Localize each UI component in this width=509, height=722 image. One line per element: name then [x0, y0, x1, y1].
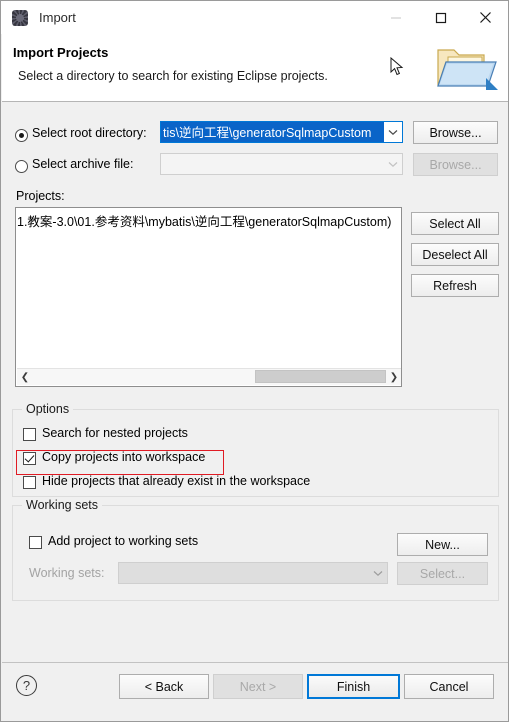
label-select-archive-file: Select archive file:: [32, 157, 134, 171]
working-sets-group-title: Working sets: [22, 498, 103, 512]
checkbox-add-project-to-working-sets[interactable]: [29, 536, 42, 549]
working-sets-combo: [118, 562, 388, 584]
select-all-button[interactable]: Select All: [411, 212, 499, 235]
projects-label: Projects:: [16, 189, 65, 203]
refresh-button[interactable]: Refresh: [411, 274, 499, 297]
deselect-all-button[interactable]: Deselect All: [411, 243, 499, 266]
hscroll-thumb[interactable]: [255, 370, 386, 383]
cancel-button[interactable]: Cancel: [404, 674, 494, 699]
help-icon[interactable]: ?: [16, 675, 37, 696]
options-group: Options Search for nested projects Copy …: [12, 402, 499, 497]
dialog-body: Select root directory: tis\逆向工程\generato…: [2, 102, 508, 662]
dialog-footer: ? < Back Next > Finish Cancel: [2, 662, 508, 721]
label-hide-existing-projects: Hide projects that already exist in the …: [42, 474, 311, 488]
projects-hscrollbar[interactable]: ❮ ❯: [17, 368, 401, 385]
archive-file-combo: [160, 153, 403, 175]
chevron-down-icon[interactable]: [384, 122, 402, 142]
minimize-icon[interactable]: [373, 1, 418, 34]
open-folder-icon: [428, 40, 500, 98]
checkbox-copy-projects-into-workspace[interactable]: [23, 452, 36, 465]
label-copy-projects-into-workspace: Copy projects into workspace: [42, 450, 206, 464]
label-working-sets: Working sets:: [29, 566, 105, 580]
browse-root-directory-button[interactable]: Browse...: [413, 121, 498, 144]
select-working-sets-button: Select...: [397, 562, 488, 585]
list-item[interactable]: 1.教案-3.0\01.参考资料\mybatis\逆向工程\generatorS…: [17, 211, 391, 230]
maximize-icon[interactable]: [418, 1, 463, 34]
browse-archive-file-button: Browse...: [413, 153, 498, 176]
checkbox-hide-existing-projects[interactable]: [23, 476, 36, 489]
chevron-left-icon[interactable]: ❮: [17, 369, 33, 385]
import-projects-dialog: Import Import Projects Select a director…: [0, 0, 509, 722]
label-add-project-to-working-sets: Add project to working sets: [48, 534, 199, 548]
next-button: Next >: [213, 674, 303, 699]
page-title: Import Projects: [13, 45, 109, 60]
chevron-down-icon: [369, 563, 387, 583]
radio-select-archive-file[interactable]: [15, 160, 28, 173]
chevron-down-icon: [384, 154, 402, 174]
window-controls: [373, 1, 508, 34]
finish-button[interactable]: Finish: [307, 674, 400, 699]
chevron-right-icon[interactable]: ❯: [386, 369, 401, 385]
page-description: Select a directory to search for existin…: [18, 69, 328, 83]
label-search-nested-projects: Search for nested projects: [42, 426, 188, 440]
back-button[interactable]: < Back: [119, 674, 209, 699]
hscroll-track[interactable]: [33, 369, 386, 385]
new-working-set-button[interactable]: New...: [397, 533, 488, 556]
label-select-root-directory: Select root directory:: [32, 126, 147, 140]
radio-select-root-directory[interactable]: [15, 129, 28, 142]
window-title: Import: [39, 10, 76, 25]
projects-list[interactable]: 1.教案-3.0\01.参考资料\mybatis\逆向工程\generatorS…: [15, 207, 402, 387]
working-sets-group: Working sets Add project to working sets…: [12, 498, 499, 601]
wizard-header: Import Projects Select a directory to se…: [2, 34, 508, 102]
options-group-title: Options: [22, 402, 74, 416]
eclipse-gear-icon: [12, 9, 28, 26]
title-bar: Import: [1, 1, 508, 34]
root-directory-combo[interactable]: tis\逆向工程\generatorSqlmapCustom: [160, 121, 403, 143]
root-directory-input[interactable]: tis\逆向工程\generatorSqlmapCustom: [161, 122, 384, 142]
checkbox-search-nested-projects[interactable]: [23, 428, 36, 441]
close-icon[interactable]: [463, 1, 508, 34]
